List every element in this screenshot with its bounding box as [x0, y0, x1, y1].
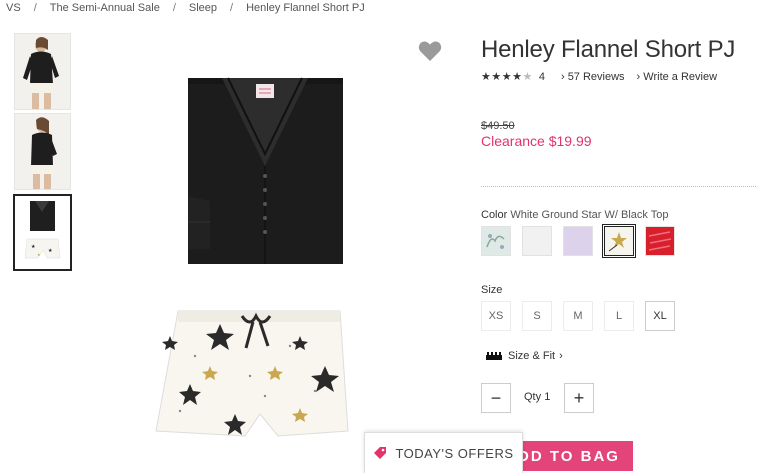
swatch-floral-mint[interactable]: [481, 226, 511, 256]
breadcrumb-separator: /: [230, 2, 234, 14]
product-title: Henley Flannel Short PJ: [481, 36, 736, 63]
thumbnail-model-front[interactable]: [14, 33, 71, 110]
breadcrumb-item-current: Henley Flannel Short PJ: [246, 2, 365, 14]
original-price: $49.50: [481, 120, 515, 132]
qty-plus-button[interactable]: +: [564, 383, 594, 413]
breadcrumb-item-sleep[interactable]: Sleep: [189, 2, 217, 14]
size-label: Size: [481, 284, 503, 296]
color-selected-value: White Ground Star W/ Black Top: [510, 209, 669, 221]
add-to-bag-button[interactable]: DD TO BAG: [505, 441, 633, 471]
size-option-s[interactable]: S: [522, 301, 552, 331]
swatch-red-print[interactable]: [645, 226, 675, 256]
write-review-label: Write a Review: [643, 70, 718, 83]
qty-minus-button[interactable]: −: [481, 383, 511, 413]
rating-count: 4: [538, 70, 545, 83]
svg-text:★: ★: [31, 244, 36, 250]
size-fit-link[interactable]: Size & Fit ›: [486, 350, 563, 362]
chevron-right-icon: ›: [559, 350, 563, 362]
size-option-m[interactable]: M: [563, 301, 593, 331]
svg-text:★: ★: [37, 252, 41, 257]
sale-price: Clearance $19.99: [481, 133, 592, 149]
size-option-l[interactable]: L: [604, 301, 634, 331]
todays-offers-label: TODAY'S OFFERS: [395, 445, 514, 461]
product-image: [155, 77, 349, 437]
qty-display: Qty 1: [524, 391, 550, 403]
reviews-link-label: 57 Reviews: [567, 70, 625, 83]
wishlist-heart-icon[interactable]: [418, 40, 442, 67]
thumbnail-model-side[interactable]: [14, 113, 71, 190]
tag-icon: [374, 447, 387, 459]
qty-value: 1: [544, 391, 551, 403]
thumbnail-product-flat[interactable]: ★ ★ ★: [13, 194, 72, 271]
breadcrumb-separator: /: [172, 2, 176, 14]
swatch-white-star-black[interactable]: [602, 224, 636, 258]
breadcrumb-item-sale[interactable]: The Semi-Annual Sale: [50, 2, 160, 14]
chevron-right-icon: ›: [560, 70, 565, 83]
qty-label: Qty: [524, 391, 542, 403]
swatch-white[interactable]: [522, 226, 552, 256]
swatch-lavender[interactable]: [563, 226, 593, 256]
breadcrumb: VS / The Semi-Annual Sale / Sleep / Henley Fla…: [6, 2, 365, 14]
size-option-xs[interactable]: XS: [481, 301, 511, 331]
size-fit-label: Size & Fit: [508, 350, 556, 362]
color-label: Color White Ground Star W/ Black Top: [481, 209, 669, 221]
ruler-icon: [486, 352, 502, 360]
color-label-text: Color: [481, 209, 508, 221]
size-option-xl[interactable]: XL: [645, 301, 675, 331]
chevron-right-icon: ›: [636, 70, 641, 83]
rating-stars-icon: ★★★★★: [481, 71, 533, 83]
write-review-link[interactable]: › Write a Review: [637, 71, 718, 83]
svg-text:★: ★: [48, 248, 53, 254]
breadcrumb-item-vs[interactable]: VS: [6, 2, 21, 14]
todays-offers-tab[interactable]: TODAY'S OFFERS: [364, 432, 523, 473]
reviews-link[interactable]: › 57 Reviews: [561, 71, 625, 83]
rating-row: ★★★★★ 4 › 57 Reviews › Write a Review: [481, 70, 718, 84]
divider: [481, 186, 756, 187]
breadcrumb-separator: /: [33, 2, 37, 14]
